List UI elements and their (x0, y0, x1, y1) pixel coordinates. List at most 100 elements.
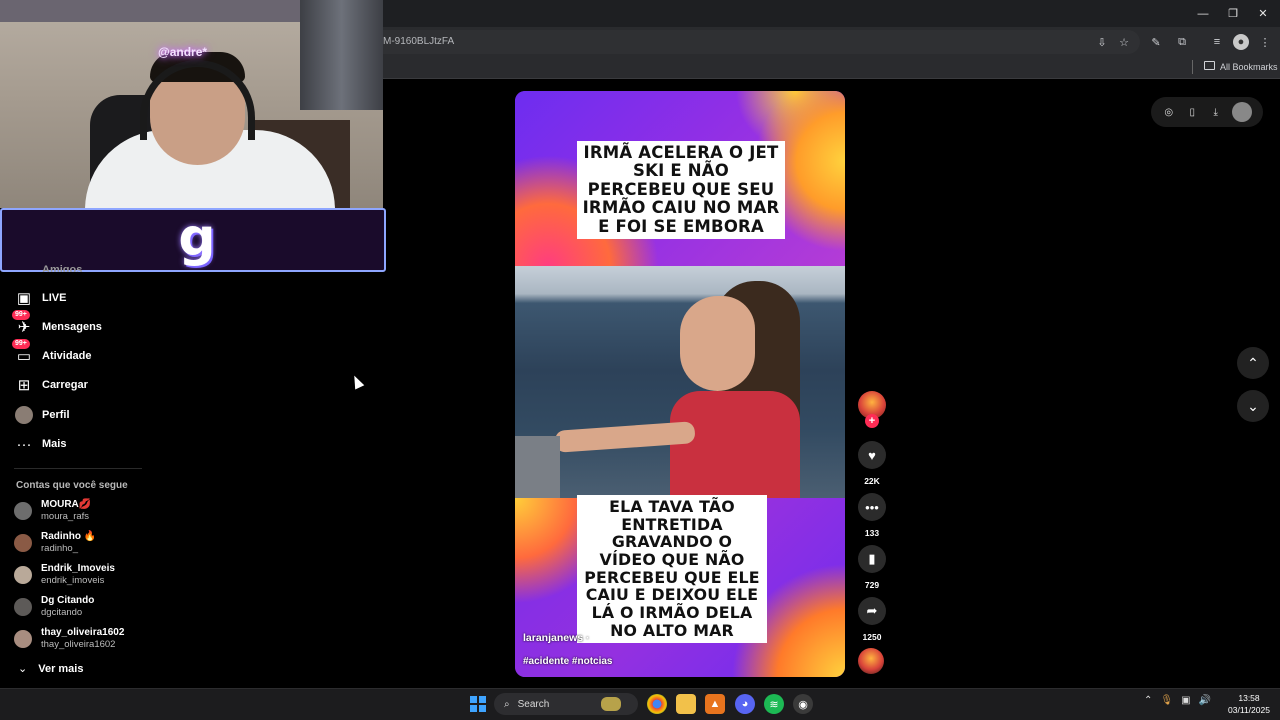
search-icon: ⌕ (504, 698, 510, 710)
chrome-app-icon[interactable] (647, 694, 667, 714)
sidebar-item-amigos-partial[interactable]: Amigos (42, 264, 82, 272)
video-caption-top: IRMÃ ACELERA O JET SKI E NÃO PERCEBEU QU… (577, 141, 785, 240)
explore-compass-icon[interactable]: ◎ (1162, 105, 1176, 119)
mobile-device-icon[interactable]: ▯ (1185, 105, 1199, 119)
video-player[interactable]: IRMÃ ACELERA O JET SKI E NÃO PERCEBEU QU… (515, 91, 845, 677)
account-name: MOURA💋 (41, 499, 92, 510)
account-avatar (14, 566, 32, 584)
volume-icon[interactable]: 🔊 (1199, 695, 1211, 706)
account-username: radinho_ (41, 543, 78, 554)
sidebar-item-profile[interactable]: Perfil (14, 403, 70, 427)
activity-icon: ▭ 99+ (12, 339, 34, 366)
user-avatar[interactable] (1232, 102, 1253, 122)
webcam-window (300, 0, 383, 110)
account-name: Endrik_Imoveis (41, 563, 115, 574)
obs-app-icon[interactable]: ◉ (793, 694, 813, 714)
live-tv-icon: ▣ (16, 290, 32, 307)
taskbar-clock[interactable]: 13:58 03/11/2025 (1222, 692, 1276, 716)
account-avatar (14, 502, 32, 520)
extensions-puzzle-icon[interactable]: ⧉ (1174, 34, 1190, 50)
sidebar-item-activity[interactable]: ▭ 99+ Atividade (12, 339, 92, 368)
bookmark-star-icon[interactable]: ☆ (1116, 34, 1132, 50)
save-button[interactable]: ▮ (858, 545, 886, 573)
clock-time: 13:58 (1238, 693, 1260, 703)
save-count: 729 (864, 580, 880, 590)
like-count: 22K (864, 476, 880, 486)
life-vest (670, 391, 800, 498)
spotify-app-icon[interactable]: ≋ (764, 694, 784, 714)
following-account[interactable]: thay_oliveira1602 thay_oliveira1602 (14, 624, 124, 654)
sidebar-item-label: Mais (42, 438, 67, 450)
network-icon[interactable]: ▣ (1181, 695, 1190, 706)
account-avatar (14, 534, 32, 552)
see-more-button[interactable]: ⌄ Ver mais (18, 662, 84, 676)
search-highlight-icon (601, 697, 622, 711)
minimize-icon[interactable]: — (1188, 0, 1218, 27)
bookmark-icon: ▮ (868, 551, 876, 566)
stream-logo: g (178, 208, 216, 268)
music-disc-icon[interactable] (858, 648, 884, 674)
folder-icon (1204, 61, 1215, 70)
windows-start-icon[interactable] (470, 696, 486, 712)
discord-app-icon[interactable]: ◕ (735, 694, 755, 714)
video-hashtags[interactable]: #acidente #notcias (523, 656, 612, 667)
video-author[interactable]: laranjanews · (523, 632, 590, 644)
comment-button[interactable]: ••• (858, 493, 886, 521)
sidebar-item-upload[interactable]: ⊞ Carregar (14, 373, 88, 397)
bookmarks-divider (1192, 60, 1193, 74)
share-button[interactable]: ➦ (858, 597, 886, 625)
previous-video-button[interactable]: ⌃ (1237, 347, 1269, 379)
all-bookmarks-link[interactable]: All Bookmarks (1220, 62, 1278, 72)
share-arrow-icon: ➦ (866, 603, 878, 618)
following-account[interactable]: Radinho 🔥 radinho_ (14, 528, 96, 558)
restore-icon[interactable]: ❐ (1218, 0, 1248, 27)
share-count: 1250 (862, 632, 882, 642)
file-explorer-icon[interactable] (676, 694, 696, 714)
account-username: endrik_imoveis (41, 575, 105, 586)
comment-count: 133 (864, 528, 880, 538)
close-icon[interactable]: ✕ (1248, 0, 1278, 27)
follow-plus-icon[interactable]: + (865, 414, 879, 428)
media-control-icon[interactable]: ≡ (1209, 34, 1225, 50)
following-account[interactable]: Endrik_Imoveis endrik_imoveis (14, 560, 115, 590)
mouse-cursor-icon (349, 373, 365, 390)
passenger-arm (515, 436, 560, 498)
following-account[interactable]: Dg Citando dgcitando (14, 592, 94, 622)
sidebar-item-more[interactable]: ··· Mais (14, 432, 67, 456)
chevron-down-icon: ⌄ (1247, 397, 1259, 414)
account-avatar (14, 598, 32, 616)
app-triangle-icon[interactable]: ▲ (705, 694, 725, 714)
profile-avatar-icon[interactable]: ● (1233, 34, 1249, 50)
tray-expand-icon[interactable]: ⌃ (1144, 695, 1152, 706)
download-icon[interactable]: ⤓ (1209, 105, 1223, 119)
like-button[interactable]: ♥ (858, 441, 886, 469)
notification-badge: 99+ (12, 339, 30, 349)
heart-icon: ♥ (868, 447, 876, 463)
webcam-overlay: @andre* (0, 0, 383, 208)
sidebar-item-messages[interactable]: ✈ 99+ Mensagens (12, 310, 102, 339)
menu-kebab-icon[interactable]: ⋮ (1257, 34, 1273, 50)
next-video-button[interactable]: ⌄ (1237, 390, 1269, 422)
windows-taskbar (0, 688, 1280, 720)
sidebar-item-label: Carregar (42, 379, 88, 391)
video-tools-bar: ◎ ▯ ⤓ (1151, 97, 1263, 127)
sidebar-item-live[interactable]: ▣ LIVE (14, 286, 67, 310)
account-avatar (14, 630, 32, 648)
chevron-up-icon: ⌃ (1247, 354, 1259, 371)
video-caption-bottom: ELA TAVA TÃO ENTRETIDA GRAVANDO O VÍDEO … (577, 495, 767, 643)
sidebar-item-label: Atividade (42, 350, 92, 362)
extension-pen-icon[interactable]: ✎ (1148, 34, 1164, 50)
microphone-icon[interactable]: 🎙 (1160, 695, 1173, 706)
install-app-icon[interactable]: ⇩ (1094, 34, 1110, 50)
search-label: Search (517, 698, 550, 710)
sidebar-item-label: LIVE (42, 292, 67, 304)
taskbar-search[interactable]: ⌕ Search (494, 693, 638, 715)
account-username: moura_rafs (41, 511, 90, 522)
account-name: Radinho 🔥 (41, 531, 97, 542)
url-field[interactable] (370, 30, 1140, 54)
account-name: Dg Citando (41, 595, 95, 606)
following-account[interactable]: MOURA💋 moura_rafs (14, 496, 91, 526)
account-username: dgcitando (41, 607, 83, 618)
see-more-label: Ver mais (38, 662, 84, 675)
chevron-down-icon: ⌄ (18, 663, 28, 675)
